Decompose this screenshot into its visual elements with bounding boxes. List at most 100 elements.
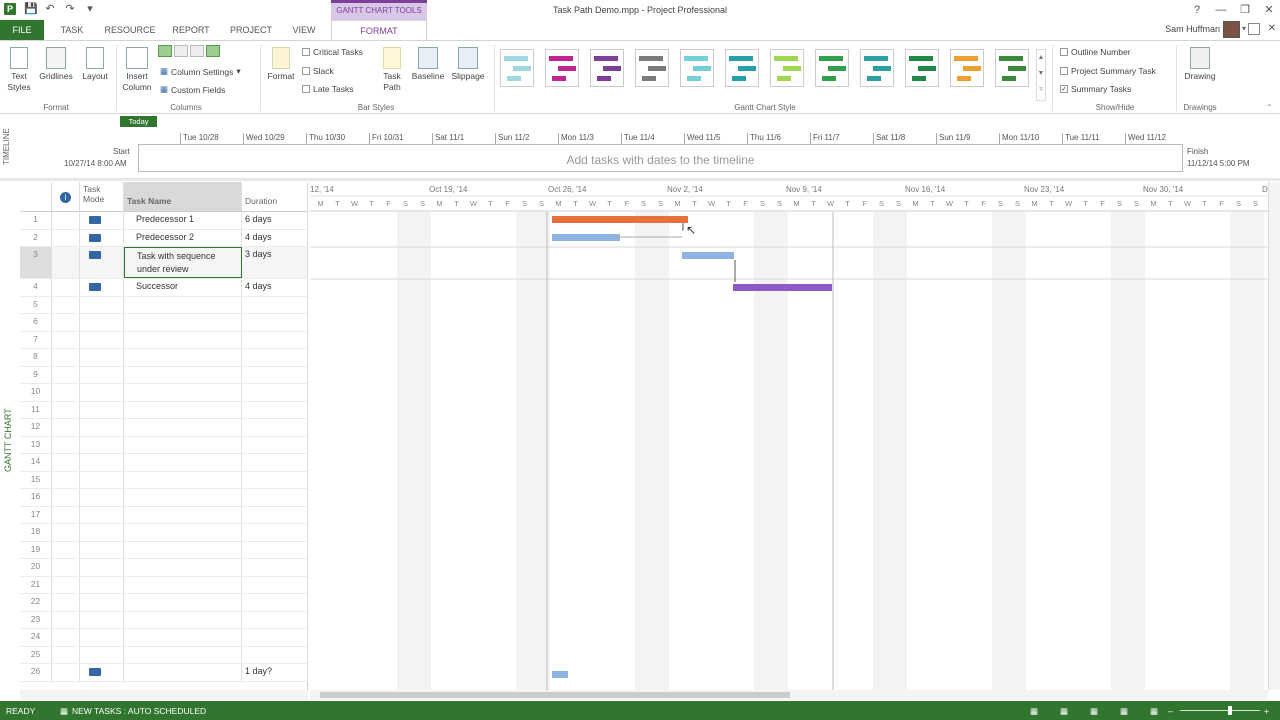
row-number[interactable]: 24 bbox=[20, 629, 52, 646]
table-row[interactable]: 26 1 day? bbox=[20, 664, 308, 682]
row-number[interactable]: 26 bbox=[20, 664, 52, 681]
column-settings-button[interactable]: ▦ Column Settings ▾ bbox=[160, 66, 241, 77]
tab-file[interactable]: FILE bbox=[0, 20, 44, 40]
customize-icon[interactable]: ▾ bbox=[84, 3, 96, 15]
gallery-scroll-icon[interactable]: ▲ ▼ ▿ bbox=[1036, 49, 1046, 101]
task-name-cell[interactable] bbox=[124, 331, 242, 348]
timeline-splitter[interactable] bbox=[0, 178, 1280, 181]
zoom-slider-thumb[interactable] bbox=[1228, 706, 1232, 715]
project-summary-task-checkbox[interactable]: Project Summary Task bbox=[1060, 66, 1156, 76]
align-right-icon[interactable] bbox=[190, 45, 204, 57]
row-number[interactable]: 20 bbox=[20, 559, 52, 576]
task-mode-cell[interactable] bbox=[80, 384, 124, 401]
row-number[interactable]: 6 bbox=[20, 314, 52, 331]
bar-format-button[interactable]: Format bbox=[264, 47, 298, 82]
row-number[interactable]: 12 bbox=[20, 419, 52, 436]
task-mode-cell[interactable] bbox=[80, 611, 124, 628]
table-row[interactable]: 15 bbox=[20, 471, 308, 489]
horizontal-scrollbar[interactable] bbox=[310, 690, 1268, 700]
save-icon[interactable]: 💾 bbox=[24, 3, 38, 15]
tab-report[interactable]: REPORT bbox=[166, 20, 216, 40]
task-mode-cell[interactable] bbox=[80, 489, 124, 506]
gantt-style-swatch[interactable] bbox=[950, 49, 984, 87]
task-name-cell[interactable] bbox=[124, 629, 242, 646]
slippage-button[interactable]: Slippage bbox=[448, 47, 488, 82]
task-mode-cell[interactable] bbox=[80, 247, 124, 278]
user-name[interactable]: Sam Huffman bbox=[1165, 24, 1220, 34]
tab-format[interactable]: FORMAT bbox=[331, 20, 427, 40]
redo-icon[interactable]: ↷ bbox=[64, 3, 76, 15]
row-number[interactable]: 8 bbox=[20, 349, 52, 366]
task-mode-cell[interactable] bbox=[80, 524, 124, 541]
gantt-style-swatch[interactable] bbox=[815, 49, 849, 87]
task-name-cell[interactable] bbox=[124, 524, 242, 541]
gantt-style-swatch[interactable] bbox=[680, 49, 714, 87]
task-name-cell[interactable] bbox=[124, 314, 242, 331]
row-number[interactable]: 19 bbox=[20, 541, 52, 558]
row-number[interactable]: 2 bbox=[20, 229, 52, 246]
task-name-cell[interactable] bbox=[124, 401, 242, 418]
task-name-cell[interactable] bbox=[124, 296, 242, 313]
table-row[interactable]: 12 bbox=[20, 419, 308, 437]
text-styles-button[interactable]: Text Styles bbox=[4, 47, 34, 93]
task-name-cell[interactable] bbox=[124, 384, 242, 401]
drawing-button[interactable]: Drawing bbox=[1180, 47, 1220, 82]
duration-header[interactable]: Duration bbox=[242, 182, 308, 212]
table-row[interactable]: 14 bbox=[20, 454, 308, 472]
row-number[interactable]: 5 bbox=[20, 296, 52, 313]
new-tasks-status[interactable]: NEW TASKS : AUTO SCHEDULED bbox=[72, 706, 206, 716]
table-row[interactable]: 20 bbox=[20, 559, 308, 577]
duration-cell[interactable]: 4 days bbox=[242, 279, 308, 296]
task-name-header[interactable]: Task Name bbox=[124, 182, 242, 212]
row-number[interactable]: 13 bbox=[20, 436, 52, 453]
task-mode-cell[interactable] bbox=[80, 296, 124, 313]
table-row[interactable]: 13 bbox=[20, 436, 308, 454]
duration-cell[interactable]: 1 day? bbox=[242, 664, 308, 681]
gantt-style-swatch[interactable] bbox=[545, 49, 579, 87]
row-number[interactable]: 16 bbox=[20, 489, 52, 506]
slack-checkbox[interactable]: Slack bbox=[302, 66, 334, 76]
ribbon-close-icon[interactable]: ✕ bbox=[1268, 23, 1276, 34]
row-number[interactable]: 4 bbox=[20, 279, 52, 296]
baseline-button[interactable]: Baseline bbox=[410, 47, 446, 82]
gantt-style-swatch[interactable] bbox=[905, 49, 939, 87]
row-number[interactable]: 3 bbox=[20, 247, 52, 278]
close-icon[interactable]: ✕ bbox=[1262, 3, 1276, 17]
duration-cell[interactable] bbox=[242, 471, 308, 488]
avatar[interactable] bbox=[1223, 21, 1240, 38]
task-path-button[interactable]: Task Path bbox=[376, 47, 408, 93]
duration-cell[interactable] bbox=[242, 646, 308, 663]
table-row[interactable]: 7 bbox=[20, 331, 308, 349]
duration-cell[interactable] bbox=[242, 454, 308, 471]
table-row[interactable]: 22 bbox=[20, 594, 308, 612]
task-mode-cell[interactable] bbox=[80, 646, 124, 663]
task-name-cell[interactable] bbox=[124, 611, 242, 628]
gantt-style-swatch[interactable] bbox=[770, 49, 804, 87]
task-name-cell[interactable]: Task with sequence under review bbox=[124, 247, 242, 278]
task-name-cell[interactable] bbox=[124, 471, 242, 488]
table-row[interactable]: 3 Task with sequence under review 3 days bbox=[20, 247, 308, 279]
table-row[interactable]: 16 bbox=[20, 489, 308, 507]
duration-cell[interactable] bbox=[242, 629, 308, 646]
duration-cell[interactable] bbox=[242, 366, 308, 383]
task-name-cell[interactable] bbox=[124, 646, 242, 663]
duration-cell[interactable] bbox=[242, 384, 308, 401]
task-name-cell[interactable] bbox=[124, 576, 242, 593]
task-name-cell[interactable]: Predecessor 1 bbox=[124, 212, 242, 229]
table-row[interactable]: 9 bbox=[20, 366, 308, 384]
grid-horizontal-scrollbar[interactable] bbox=[20, 690, 308, 700]
window-restore-icon[interactable] bbox=[1248, 23, 1260, 35]
task-name-cell[interactable] bbox=[124, 366, 242, 383]
duration-cell[interactable] bbox=[242, 594, 308, 611]
duration-cell[interactable] bbox=[242, 331, 308, 348]
task-name-cell[interactable] bbox=[124, 664, 242, 681]
summary-tasks-checkbox[interactable]: ✓ Summary Tasks bbox=[1060, 84, 1131, 94]
gantt-style-swatch[interactable] bbox=[500, 49, 534, 87]
row-number[interactable]: 14 bbox=[20, 454, 52, 471]
task-mode-cell[interactable] bbox=[80, 419, 124, 436]
task-name-cell[interactable]: Successor bbox=[124, 279, 242, 296]
task-mode-cell[interactable] bbox=[80, 594, 124, 611]
duration-cell[interactable] bbox=[242, 401, 308, 418]
table-row[interactable]: 17 bbox=[20, 506, 308, 524]
task-name-cell[interactable] bbox=[124, 419, 242, 436]
